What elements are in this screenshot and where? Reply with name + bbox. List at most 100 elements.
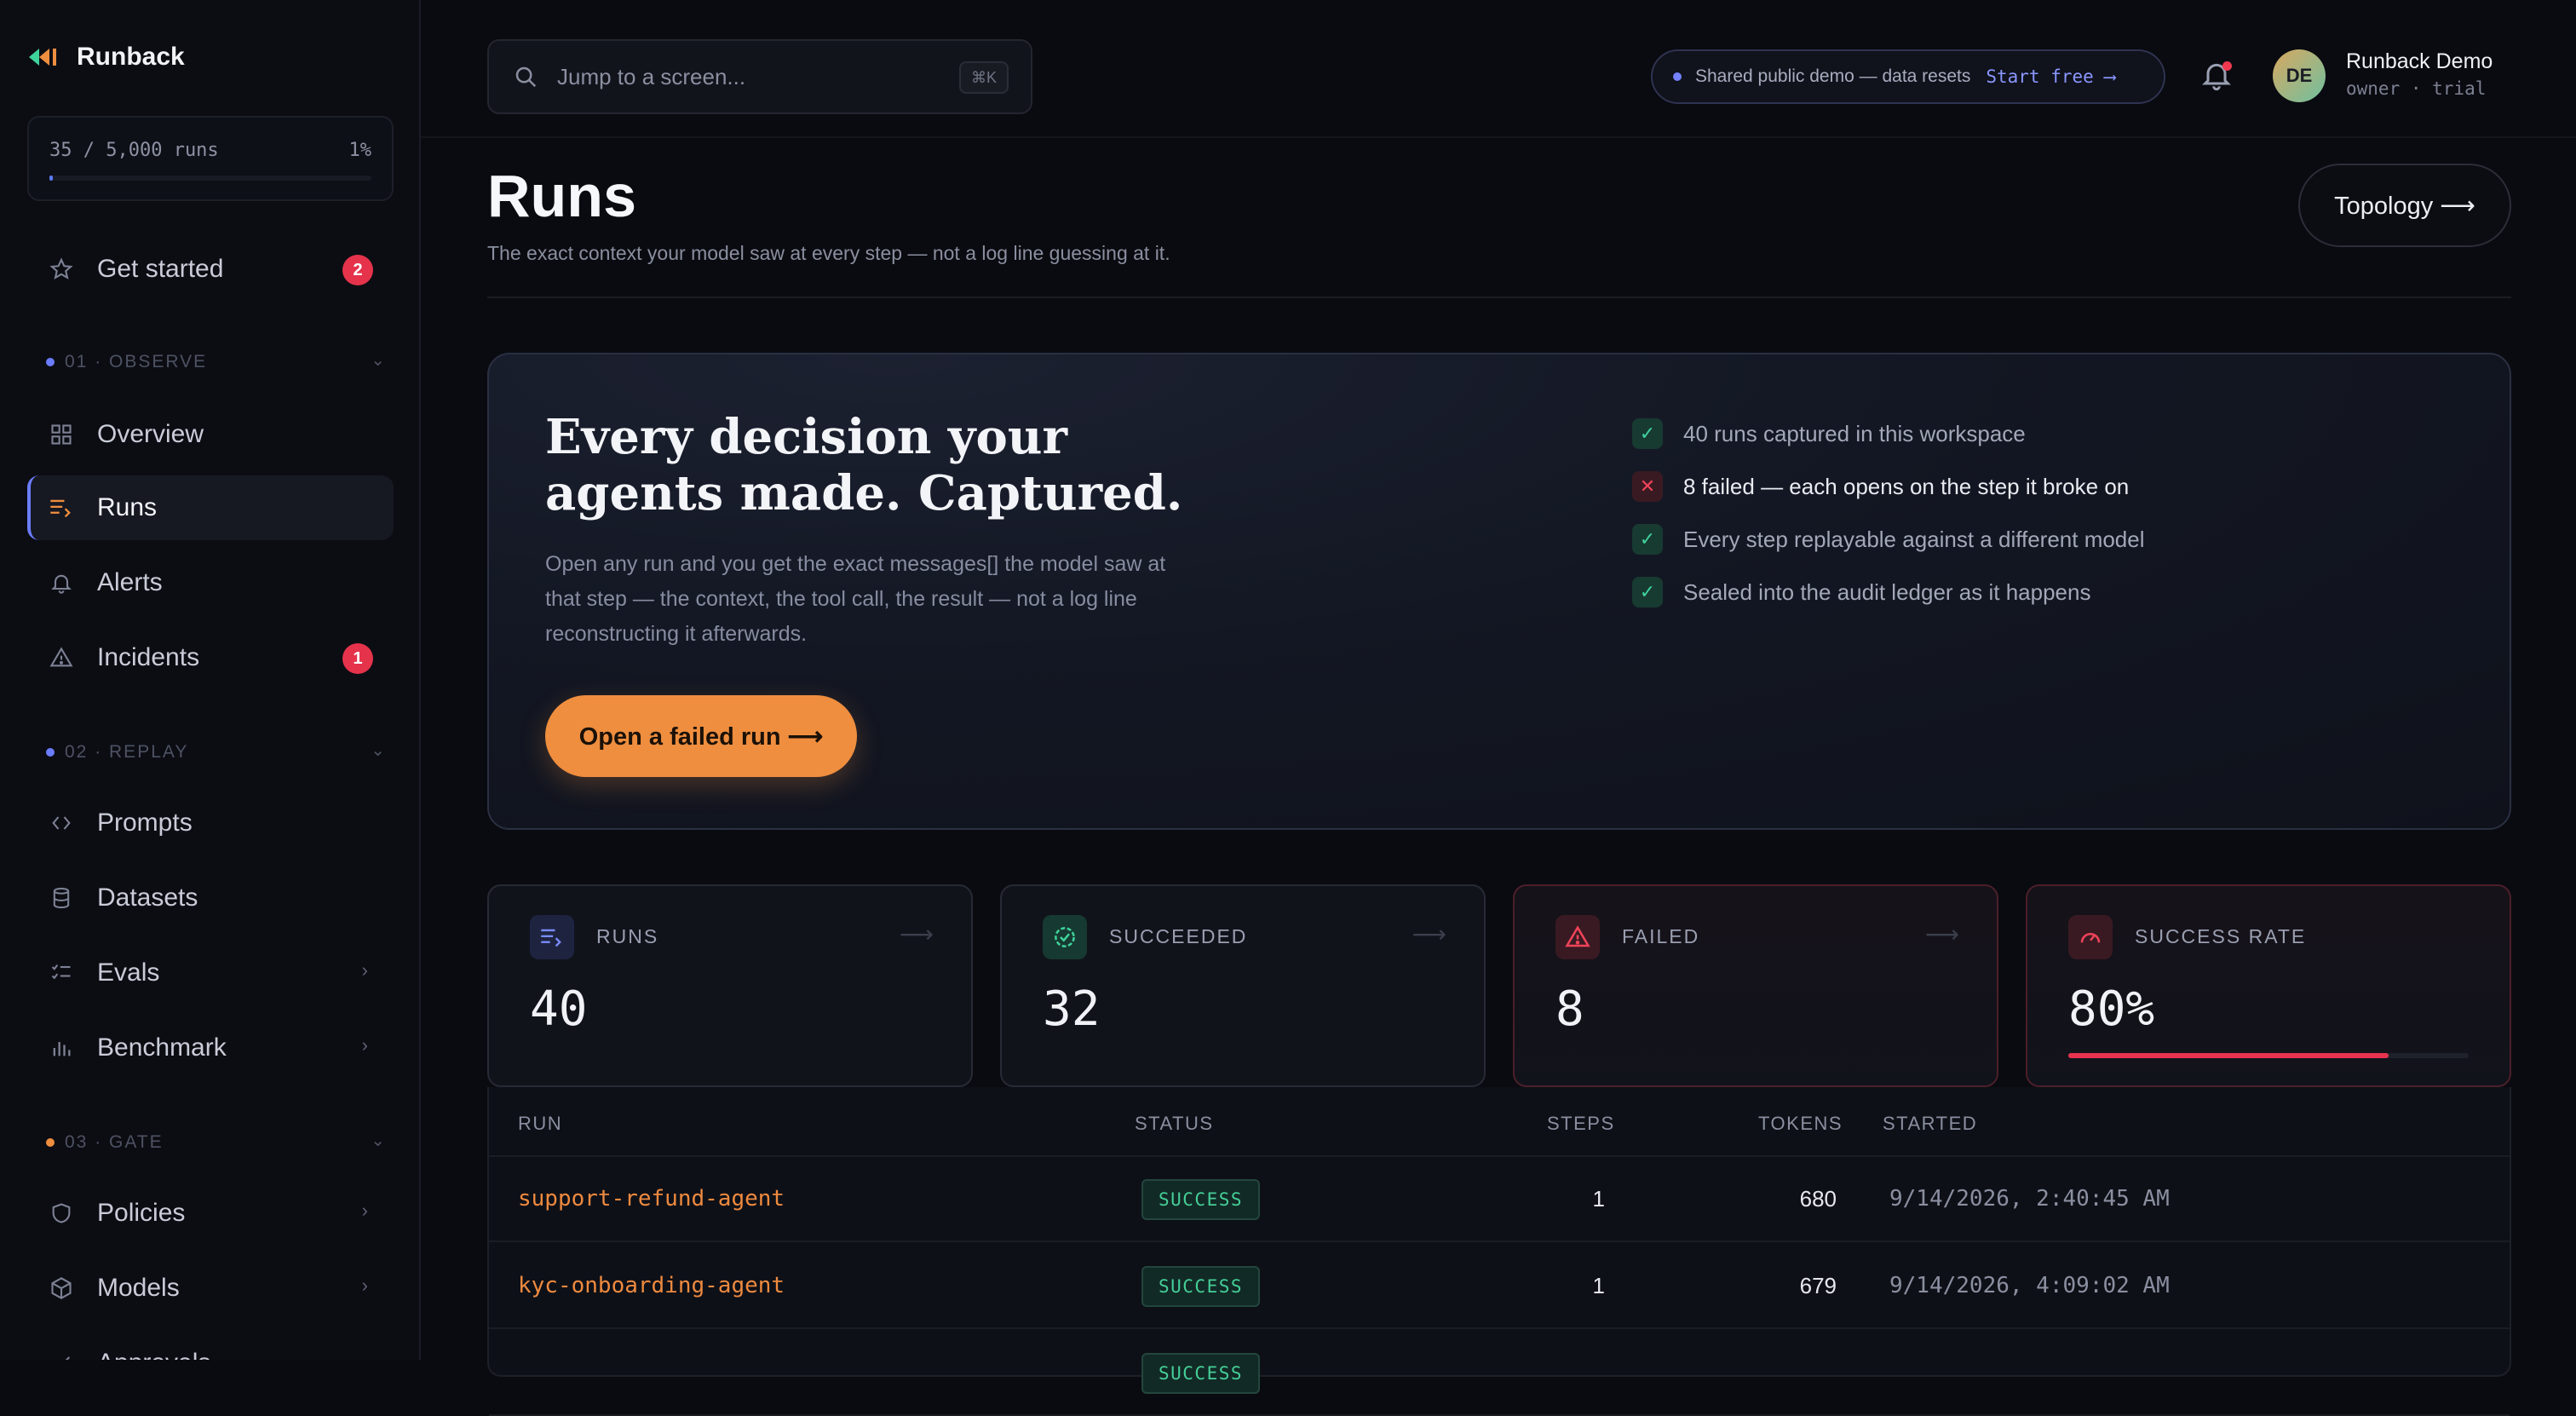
warning-triangle-icon [1555,915,1600,959]
cube-icon [48,1275,75,1302]
stat-card-success-rate[interactable]: SUCCESS RATE 80% [2026,884,2511,1087]
run-name-link[interactable]: kyc-onboarding-agent [518,1273,785,1298]
user-role: owner · trial [2346,78,2487,99]
stat-card-failed[interactable]: FAILED ⟶ 8 [1513,884,1998,1087]
user-name[interactable]: Runback Demo [2346,49,2493,74]
sidebar-item-label: Policies [97,1199,186,1227]
demo-banner: Shared public demo — data resets Start f… [1651,49,2165,104]
stat-card-runs[interactable]: RUNS ⟶ 40 [487,884,973,1087]
sidebar-item-models[interactable]: Models › [27,1256,394,1321]
check-icon: ✓ [1632,418,1663,449]
page-title: Runs [487,163,636,229]
search-icon [515,66,537,88]
chevron-right-icon: › [361,1034,368,1056]
sidebar-item-incidents[interactable]: Incidents 1 [27,625,394,690]
hero-panel: Every decision your agents made. Capture… [487,353,2511,830]
start-free-link[interactable]: Start free ⟶ [1986,66,2115,87]
usage-track [49,176,371,181]
warning-triangle-icon [48,644,75,671]
code-brackets-icon [48,809,75,837]
runs-list-icon [530,915,574,959]
search-input[interactable] [557,63,932,90]
section-observe[interactable]: 01 · OBSERVE ⌄ [46,349,387,375]
status-dot [1673,72,1682,81]
section-dot [46,358,55,366]
topology-button[interactable]: Topology ⟶ [2298,164,2511,247]
sidebar-item-label: Models [97,1274,180,1302]
sidebar-item-policies[interactable]: Policies › [27,1181,394,1246]
stat-value: 8 [1555,981,1584,1037]
sidebar-item-datasets[interactable]: Datasets [27,866,394,930]
shield-icon [48,1200,75,1227]
success-rate-bar [2068,1053,2469,1058]
steps-value: 1 [1592,1186,1605,1212]
sidebar-item-get-started[interactable]: Get started 2 [27,237,394,302]
open-failed-run-button[interactable]: Open a failed run ⟶ [545,695,857,777]
stat-card-succeeded[interactable]: SUCCEEDED ⟶ 32 [1000,884,1486,1087]
checklist-text: 8 failed — each opens on the step it bro… [1683,473,2130,499]
sidebar-item-runs[interactable]: Runs [27,475,394,540]
section-label: 02 · REPLAY [65,742,189,762]
arrow-right-icon: ⟶ [899,921,934,947]
status-badge: SUCCESS [1141,1353,1261,1394]
chevron-down-icon: ⌄ [371,351,387,370]
checklist-icon [48,959,75,987]
sidebar-item-label: Prompts [97,809,193,837]
section-label: 03 · GATE [65,1132,164,1152]
check-icon: ✓ [1632,524,1663,555]
grid-icon [48,421,75,448]
hero-body: Open any run and you get the exact messa… [545,552,1166,646]
sidebar-item-label: Overview [97,420,204,448]
checklist-text: Every step replayable against a differen… [1683,526,2145,552]
stat-label: SUCCEEDED [1109,925,1248,947]
sidebar-item-approvals[interactable]: Approvals [27,1331,394,1360]
table-row[interactable]: support-refund-agent SUCCESS 1 680 9/14/… [489,1157,2510,1242]
sidebar-item-label: Approvals [97,1349,210,1360]
check-icon [48,1350,75,1360]
check-icon: ✓ [1632,577,1663,607]
status-badge: SUCCESS [1141,1179,1261,1220]
sidebar-item-alerts[interactable]: Alerts [27,550,394,615]
sidebar: Runback 35 / 5,000 runs 1% Get started 2… [0,0,421,1360]
started-value: 9/14/2026, 2:40:45 AM [1889,1186,2170,1212]
stat-label: FAILED [1622,925,1700,947]
gauge-icon [2068,915,2113,959]
sidebar-item-overview[interactable]: Overview [27,402,394,467]
table-header: RUN STATUS STEPS TOKENS STARTED [489,1087,2510,1157]
keyboard-shortcut-hint: ⌘K [958,61,1009,94]
sidebar-item-label: Datasets [97,884,198,912]
sidebar-item-prompts[interactable]: Prompts [27,791,394,855]
chevron-down-icon: ⌄ [371,741,387,760]
checklist-text: 40 runs captured in this workspace [1683,420,2026,446]
arrow-right-icon: ⟶ [1412,921,1446,947]
table-row[interactable]: kyc-onboarding-agent SUCCESS 1 679 9/14/… [489,1244,2510,1329]
column-header-run[interactable]: RUN [518,1113,562,1135]
column-header-steps[interactable]: STEPS [1547,1113,1615,1135]
section-replay[interactable]: 02 · REPLAY ⌄ [46,740,387,765]
column-header-started[interactable]: STARTED [1883,1113,1977,1135]
bar-chart-icon [48,1034,75,1062]
chevron-right-icon: › [361,1275,368,1296]
avatar[interactable]: DE [2273,49,2326,102]
notification-badge: 2 [342,255,373,285]
checklist-item: ✕ 8 failed — each opens on the step it b… [1632,460,2145,513]
table-row[interactable]: SUCCESS [489,1331,2510,1416]
column-header-tokens[interactable]: TOKENS [1758,1113,1843,1135]
section-gate[interactable]: 03 · GATE ⌄ [46,1130,387,1155]
notifications-button[interactable] [2199,58,2234,92]
search-box[interactable]: ⌘K [487,39,1032,114]
chevron-right-icon: › [361,959,368,981]
tokens-value: 680 [1799,1186,1837,1212]
page-subtitle: The exact context your model saw at ever… [487,242,1170,264]
runs-table: RUN STATUS STEPS TOKENS STARTED support-… [487,1087,2511,1416]
sidebar-item-benchmark[interactable]: Benchmark › [27,1016,394,1080]
chevron-down-icon: ⌄ [371,1131,387,1150]
run-name-link[interactable]: support-refund-agent [518,1186,785,1212]
usage-fill [49,176,53,181]
sidebar-item-evals[interactable]: Evals › [27,941,394,1005]
column-header-status[interactable]: STATUS [1135,1113,1214,1135]
chevron-right-icon: › [361,1200,368,1221]
brand[interactable]: Runback [29,43,185,72]
sidebar-item-label: Evals [97,958,160,987]
star-icon [48,256,75,283]
